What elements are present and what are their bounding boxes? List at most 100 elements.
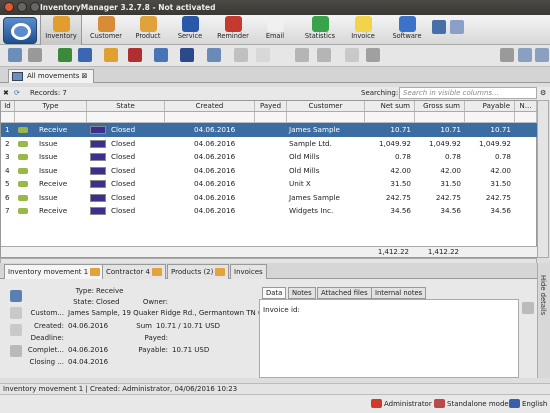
records-count: Records: 7: [30, 89, 67, 97]
ribbon-product-button[interactable]: Product: [128, 15, 168, 45]
sort-icon[interactable]: [154, 48, 168, 62]
print-icon[interactable]: [10, 290, 22, 302]
title-bar: InventoryManager 3.2.7.8 - Not activated: [0, 0, 550, 15]
type-label: Type:: [75, 287, 94, 295]
state-color-swatch: [90, 166, 106, 175]
sum-label: Sum: [136, 322, 152, 330]
table-row[interactable]: 4 Issue Closed 04.06.2016 Old Mills 42.00 42.0…: [1, 164, 537, 178]
row-customer-text: Widgets Inc.: [289, 206, 334, 215]
notes-icon[interactable]: [345, 48, 359, 62]
ribbon-email-button[interactable]: Email: [258, 15, 292, 45]
column-header[interactable]: Created: [165, 101, 255, 111]
row-state-text: Closed: [111, 206, 136, 215]
table-row[interactable]: 1 Receive Closed 04.06.2016 James Sample 10.7…: [1, 123, 537, 137]
ribbon-statistics-button[interactable]: Statistics: [298, 15, 342, 45]
resize-icon[interactable]: [535, 48, 549, 62]
tab-data[interactable]: Data: [262, 287, 287, 299]
column-header[interactable]: Payable: [465, 101, 515, 111]
row-payable: 34.56: [465, 204, 515, 218]
column-filter[interactable]: [415, 112, 465, 122]
row-state-text: Closed: [111, 138, 136, 148]
column-filter[interactable]: [255, 112, 287, 122]
settings-icon[interactable]: [180, 48, 194, 62]
row-payable-text: 242.75: [485, 192, 511, 202]
tab-all-movements[interactable]: All movements ⊠: [8, 69, 94, 83]
tab-internal-notes[interactable]: Internal notes: [371, 287, 427, 299]
close-window-button[interactable]: [4, 2, 14, 12]
footer-language[interactable]: English: [522, 400, 547, 408]
mail-icon[interactable]: [295, 48, 309, 62]
tab-products[interactable]: Products (2): [167, 264, 230, 279]
closing-value: 04.04.2016: [68, 358, 109, 366]
delete-icon[interactable]: [128, 48, 142, 62]
total-net: 1,412.22: [377, 248, 409, 256]
ribbon-invoice-button[interactable]: Invoice: [344, 15, 382, 45]
column-header[interactable]: Payed: [255, 101, 287, 111]
fullscreen-icon[interactable]: [518, 48, 532, 62]
column-filter[interactable]: [1, 112, 15, 122]
table-row[interactable]: 6 Issue Closed 04.06.2016 James Sample 242.75…: [1, 191, 537, 205]
tab-inventory-movement[interactable]: Inventory movement 1: [4, 264, 105, 279]
column-filter[interactable]: [515, 112, 537, 122]
clear-filter-icon[interactable]: ✖: [3, 89, 9, 97]
gear-icon[interactable]: [500, 48, 514, 62]
search-input[interactable]: Search in visible columns...: [399, 87, 537, 99]
column-filter[interactable]: [15, 112, 87, 122]
refresh-icon[interactable]: ⟳: [14, 89, 20, 97]
minimize-window-button[interactable]: [17, 2, 27, 12]
tab-notes[interactable]: Notes: [288, 287, 316, 299]
edit-icon[interactable]: [104, 48, 118, 62]
save-icon[interactable]: [366, 48, 380, 62]
edit-invoice-icon[interactable]: [522, 302, 534, 314]
ribbon-inventory-button[interactable]: Inventory: [40, 15, 82, 45]
maximize-window-button[interactable]: [30, 2, 40, 12]
ribbon-customer-button[interactable]: Customer: [87, 15, 125, 45]
copy-icon[interactable]: [78, 48, 92, 62]
search-options-icon[interactable]: ⚙: [540, 89, 546, 97]
ribbon-label: Software: [392, 32, 422, 40]
tab-contractor[interactable]: Contractor 4: [102, 264, 166, 279]
column-filter[interactable]: [287, 112, 365, 122]
column-header[interactable]: Gross sum: [415, 101, 465, 111]
column-header[interactable]: Net sum: [365, 101, 415, 111]
column-header[interactable]: Type: [15, 101, 87, 111]
folder-icon[interactable]: [234, 48, 248, 62]
ribbon-service-button[interactable]: Service: [171, 15, 209, 45]
row-state: Closed: [87, 137, 165, 151]
ribbon-reminder-button[interactable]: Reminder: [212, 15, 254, 45]
export-icon[interactable]: [207, 48, 221, 62]
row-created: 04.06.2016: [165, 123, 255, 137]
column-header[interactable]: Id: [1, 101, 15, 111]
row-customer-text: James Sample: [289, 192, 340, 202]
row-net-sum-text: 1,049.92: [378, 138, 411, 148]
layout-icon[interactable]: [450, 20, 464, 34]
column-header[interactable]: N...: [515, 101, 537, 111]
ribbon-software-button[interactable]: Software: [385, 15, 429, 45]
table-row[interactable]: 2 Issue Closed 04.06.2016 Sample Ltd. 1,049.9…: [1, 137, 537, 151]
table-row[interactable]: 3 Issue Closed 04.06.2016 Old Mills 0.78 0.78 0…: [1, 150, 537, 164]
app-logo[interactable]: [3, 17, 37, 44]
window-title: InventoryManager 3.2.7.8 - Not activated: [40, 3, 216, 12]
column-filter[interactable]: [87, 112, 165, 122]
column-filter[interactable]: [165, 112, 255, 122]
row-type: Issue: [15, 164, 87, 178]
table-vertical-scrollbar[interactable]: [537, 100, 549, 258]
hide-details-toggle[interactable]: Hide details: [537, 263, 550, 378]
tab-attached-files[interactable]: Attached files: [317, 287, 372, 299]
window-icon[interactable]: [432, 20, 446, 34]
column-filter[interactable]: [365, 112, 415, 122]
status-bar: Inventory movement 1 | Created: Administ…: [0, 383, 550, 394]
add-icon[interactable]: [58, 48, 72, 62]
search-icon[interactable]: [28, 48, 42, 62]
row-net-sum: 42.00: [365, 164, 415, 178]
print-icon[interactable]: [317, 48, 331, 62]
table-row[interactable]: 7 Receive Closed 04.06.2016 Widgets Inc. 34.5…: [1, 204, 537, 218]
form-icon[interactable]: [8, 48, 22, 62]
column-header[interactable]: Customer: [287, 101, 365, 111]
column-header[interactable]: State: [87, 101, 165, 111]
table-row[interactable]: 5 Receive Closed 04.06.2016 Unit X 31.50 31.50…: [1, 177, 537, 191]
row-created: 04.06.2016: [165, 177, 255, 191]
window-icon[interactable]: [256, 48, 270, 62]
column-filter[interactable]: [465, 112, 515, 122]
tab-invoices[interactable]: Invoices: [230, 264, 267, 279]
